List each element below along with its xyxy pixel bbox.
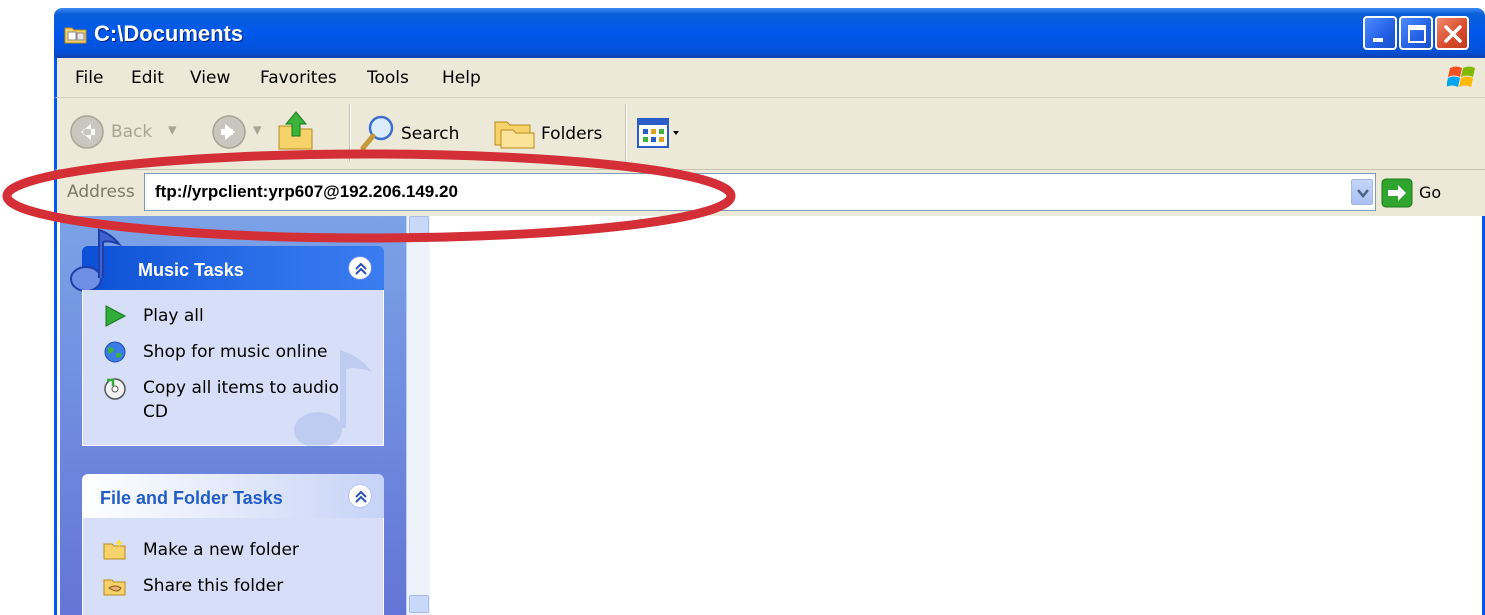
search-label[interactable]: Search — [401, 124, 459, 144]
folder-icon — [64, 27, 87, 44]
window-title: C:\Documents — [94, 21, 244, 46]
back-label[interactable]: Back — [111, 122, 152, 142]
maximize-icon — [1408, 25, 1426, 43]
go-arrow-icon[interactable] — [1381, 178, 1413, 208]
back-dropdown-icon[interactable]: ▾ — [168, 120, 177, 140]
forward-dropdown-icon[interactable]: ▾ — [253, 120, 262, 140]
share-folder-icon — [103, 579, 126, 596]
up-folder-icon[interactable] — [277, 110, 315, 152]
views-icon[interactable] — [637, 118, 685, 148]
standard-toolbar: Back ▾ ▾ Search Folders — [54, 98, 1485, 170]
chevron-up-double-icon — [355, 490, 367, 503]
menu-help[interactable]: Help — [442, 68, 481, 88]
minimize-button[interactable] — [1363, 16, 1397, 50]
task-play-all[interactable]: Play all — [103, 304, 204, 328]
play-icon — [105, 305, 127, 327]
collapse-button[interactable] — [348, 256, 372, 280]
globe-icon — [104, 341, 126, 363]
address-label: Address — [67, 182, 135, 202]
task-new-folder[interactable]: Make a new folder — [103, 538, 299, 562]
close-icon — [1444, 25, 1462, 43]
menu-tools[interactable]: Tools — [367, 68, 409, 88]
cd-copy-icon — [104, 378, 126, 400]
music-tasks-title: Music Tasks — [138, 260, 244, 280]
task-label[interactable]: Copy all items to audio CD — [143, 376, 353, 424]
task-share-folder[interactable]: Share this folder — [103, 574, 283, 598]
address-bar: Address ftp://yrpclient:yrp607@192.206.1… — [54, 170, 1485, 216]
scroll-thumb[interactable] — [409, 595, 429, 613]
menu-bar: File Edit View Favorites Tools Help — [54, 58, 1485, 98]
new-folder-icon — [103, 539, 126, 560]
address-dropdown-button[interactable] — [1351, 179, 1373, 205]
explorer-body: Music Tasks Play all Shop for music onli… — [54, 216, 1485, 615]
music-tasks-panel: Music Tasks Play all Shop for music onli… — [70, 228, 384, 448]
menu-edit[interactable]: Edit — [131, 68, 164, 88]
address-input[interactable]: ftp://yrpclient:yrp607@192.206.149.20 — [144, 173, 1376, 211]
task-pane: Music Tasks Play all Shop for music onli… — [60, 216, 406, 615]
forward-arrow-icon[interactable] — [211, 114, 247, 150]
go-label[interactable]: Go — [1419, 183, 1441, 202]
windows-logo-icon — [1447, 66, 1475, 87]
collapse-button[interactable] — [348, 484, 372, 508]
music-note-icon — [70, 228, 123, 292]
folders-label[interactable]: Folders — [541, 124, 602, 144]
toolbar-separator — [625, 104, 627, 162]
title-bar[interactable]: C:\Documents — [54, 8, 1485, 58]
task-label[interactable]: Play all — [143, 304, 204, 328]
task-label[interactable]: Make a new folder — [143, 538, 299, 562]
toolbar-separator — [349, 104, 351, 162]
task-shop-music[interactable]: Shop for music online — [103, 340, 327, 364]
task-label[interactable]: Shop for music online — [143, 340, 327, 364]
folders-icon[interactable] — [493, 116, 537, 150]
file-folder-tasks-panel: File and Folder Tasks Make a new folder — [82, 474, 384, 615]
task-label[interactable]: Share this folder — [143, 574, 283, 598]
chevron-down-icon — [1357, 189, 1369, 198]
address-value[interactable]: ftp://yrpclient:yrp607@192.206.149.20 — [155, 182, 458, 202]
file-folder-tasks-title: File and Folder Tasks — [100, 488, 283, 508]
file-folder-tasks-header[interactable]: File and Folder Tasks — [82, 474, 384, 518]
music-tasks-body: Play all Shop for music online Copy all … — [82, 290, 384, 448]
music-tasks-header[interactable]: Music Tasks — [70, 228, 384, 292]
menu-view[interactable]: View — [190, 68, 230, 88]
minimize-icon — [1373, 38, 1383, 42]
search-icon[interactable] — [359, 112, 399, 154]
task-pane-scrollbar[interactable] — [406, 216, 430, 615]
maximize-button[interactable] — [1399, 16, 1433, 50]
file-list-area[interactable] — [430, 216, 1482, 615]
chevron-up-double-icon — [355, 262, 367, 275]
menu-file[interactable]: File — [75, 68, 103, 88]
close-button[interactable] — [1435, 16, 1469, 50]
scroll-up-button[interactable] — [409, 216, 429, 242]
file-folder-tasks-body: Make a new folder Share this folder — [82, 518, 384, 615]
back-arrow-icon[interactable] — [69, 114, 105, 150]
menu-favorites[interactable]: Favorites — [260, 68, 337, 88]
task-copy-cd[interactable]: Copy all items to audio CD — [103, 376, 353, 424]
explorer-window: C:\Documents File Edit View Favorites To… — [42, 0, 1485, 615]
